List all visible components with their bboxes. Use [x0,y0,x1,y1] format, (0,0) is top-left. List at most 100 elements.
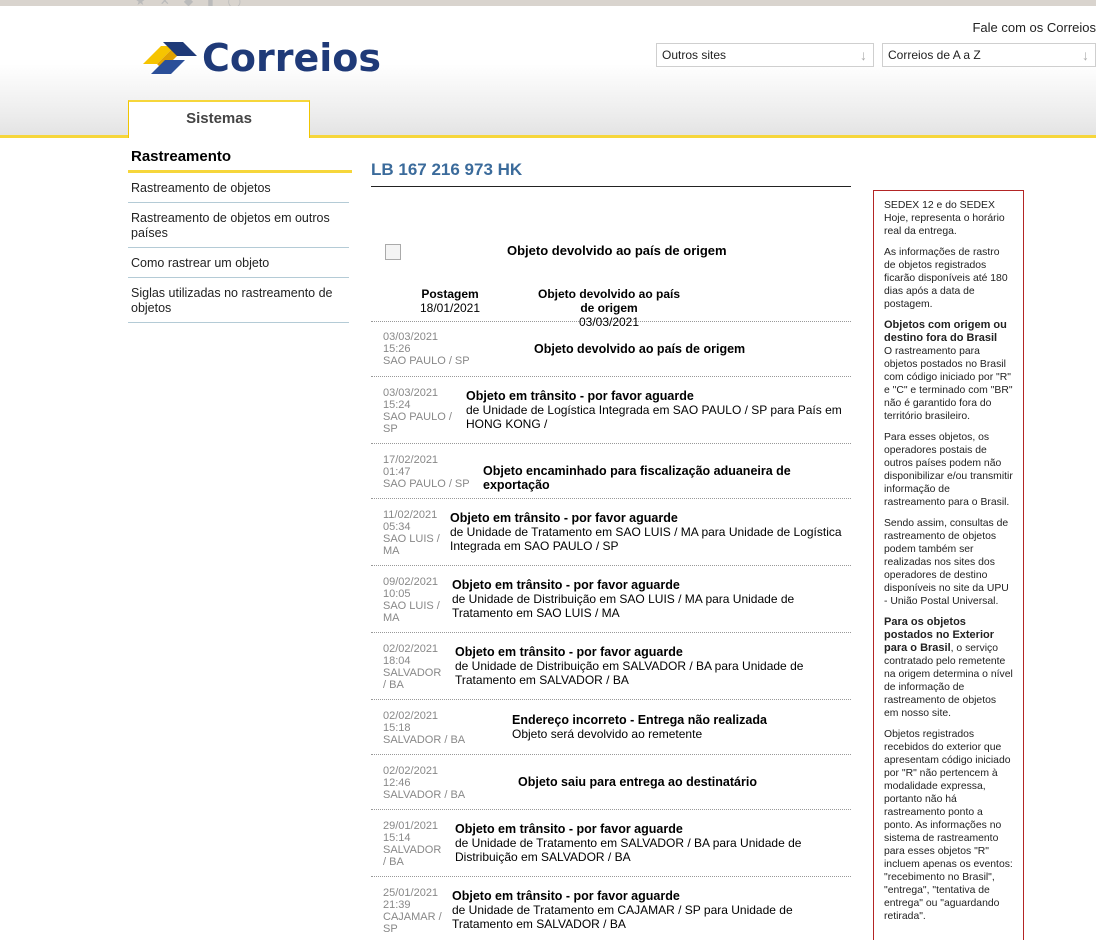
tracking-code: LB 167 216 973 HK [371,160,851,187]
sidebar-item-rastreamento[interactable]: Rastreamento de objetos [128,173,349,203]
event-detail: de Unidade de Distribuição em SAO LUIS /… [452,592,795,620]
event-detail: de Unidade de Tratamento em SALVADOR / B… [455,836,802,864]
event-desc: Objeto em trânsito - por favor aguarde d… [450,511,850,553]
event-time: 12:46 [383,777,411,789]
event-time: 15:26 [383,343,411,355]
correios-az-value: Correios de A a Z [888,48,981,62]
event-meta: 17/02/2021 01:47 SAO PAULO / SP [383,454,478,490]
event-desc: Objeto saiu para entrega ao destinatário [518,775,838,789]
sidebar-item-siglas[interactable]: Siglas utilizadas no rastreamento de obj… [128,278,349,323]
event-title: Objeto saiu para entrega ao destinatário [518,775,757,789]
event-title: Objeto em trânsito - por favor aguarde [466,389,694,403]
event-row: 17/02/2021 01:47 SAO PAULO / SP Objeto e… [371,444,851,499]
event-place: CAJAMAR / SP [383,911,442,935]
info-text: O rastreamento para objetos postados no … [884,346,1013,422]
posting-label: Postagem [421,287,479,301]
event-detail: de Unidade de Logística Integrada em SAO… [466,403,842,431]
event-title: Objeto em trânsito - por favor aguarde [450,511,678,525]
event-place: SALVADOR / BA [383,844,442,868]
event-place: SAO PAULO / SP [383,355,470,367]
event-place: SALVADOR / BA [383,734,466,746]
event-date: 25/01/2021 [383,887,439,899]
event-date: 11/02/2021 [383,509,438,521]
sidebar-item-outros-paises[interactable]: Rastreamento de objetos em outros países [128,203,349,248]
arrow-down-icon: ↓ [1082,47,1089,63]
event-row: 29/01/2021 15:14 SALVADOR / BA Objeto em… [371,810,851,877]
event-place: SAO LUIS / MA [383,533,440,557]
event-time: 05:34 [383,521,411,533]
event-date: 17/02/2021 [383,454,439,466]
event-meta: 02/02/2021 18:04 SALVADOR / BA [383,643,445,691]
info-text: Objetos registrados recebidos do exterio… [884,729,1013,922]
arrow-down-icon: ↓ [860,47,867,63]
broken-image-icon [385,244,401,260]
event-meta: 11/02/2021 05:34 SAO LUIS / MA [383,509,443,557]
event-meta: 02/02/2021 15:18 SALVADOR / BA [383,710,478,746]
tab-sistemas[interactable]: Sistemas [128,100,310,138]
sidebar-item-como-rastrear[interactable]: Como rastrear um objeto [128,248,349,278]
event-title: Endereço incorreto - Entrega não realiza… [512,713,767,727]
outros-sites-select[interactable]: Outros sites ↓ [656,43,874,67]
event-desc: Objeto em trânsito - por favor aguarde d… [452,578,822,620]
event-desc: Objeto encaminhado para fiscalização adu… [483,464,851,492]
info-text: Sendo assim, consultas de rastreamento d… [884,518,1009,607]
info-box: SEDEX 12 e do SEDEX Hoje, representa o h… [873,190,1024,940]
event-desc: Objeto devolvido ao país de origem [534,342,834,356]
event-date: 03/03/2021 [383,331,439,343]
event-time: 01:47 [383,466,411,478]
event-date: 02/02/2021 [383,765,439,777]
correios-logo-icon [143,42,197,74]
event-time: 15:24 [383,399,411,411]
info-text: SEDEX 12 e do SEDEX Hoje, representa o h… [884,200,1005,237]
event-meta: 25/01/2021 21:39 CAJAMAR / SP [383,887,445,935]
event-date: 09/02/2021 [383,576,439,588]
event-place: SAO PAULO / SP [383,411,452,435]
event-row: 03/03/2021 15:26 SAO PAULO / SP Objeto d… [371,322,851,377]
contact-link[interactable]: Fale com os Correios [972,20,1096,35]
correios-logo[interactable]: Correios [141,36,381,80]
event-place: SAO LUIS / MA [383,600,440,624]
event-title: Objeto em trânsito - por favor aguarde [452,578,680,592]
info-text: , o serviço contratado pelo remetente na… [884,643,1013,719]
event-desc: Objeto em trânsito - por favor aguarde d… [455,645,825,687]
event-time: 15:18 [383,722,411,734]
summary-title: Objeto devolvido ao país de origem [507,243,727,258]
event-title: Objeto em trânsito - por favor aguarde [452,889,680,903]
event-meta: 03/03/2021 15:24 SAO PAULO / SP [383,387,455,435]
event-meta: 29/01/2021 15:14 SALVADOR / BA [383,820,445,868]
info-heading: Objetos com origem ou destino fora do Br… [884,319,1007,344]
event-detail: de Unidade de Tratamento em SAO LUIS / M… [450,525,842,553]
event-desc: Objeto em trânsito - por favor aguarde d… [455,822,825,864]
event-time: 10:05 [383,588,411,600]
event-detail: de Unidade de Tratamento em CAJAMAR / SP… [452,903,793,931]
correios-az-select[interactable]: Correios de A a Z ↓ [882,43,1096,67]
event-title: Objeto devolvido ao país de origem [534,342,746,356]
event-row: 09/02/2021 10:05 SAO LUIS / MA Objeto em… [371,566,851,633]
event-row: 03/03/2021 15:24 SAO PAULO / SP Objeto e… [371,377,851,444]
outros-sites-value: Outros sites [662,48,727,62]
event-place: SALVADOR / BA [383,789,466,801]
event-title: Objeto em trânsito - por favor aguarde [455,822,683,836]
event-meta: 02/02/2021 12:46 SALVADOR / BA [383,765,478,801]
tracking-main: LB 167 216 973 HK Objeto devolvido ao pa… [371,160,851,940]
event-time: 15:14 [383,832,411,844]
status-label: Objeto devolvido ao país de origem [537,287,681,315]
event-time: 21:39 [383,899,411,911]
logo-text: Correios [202,36,381,80]
event-meta: 09/02/2021 10:05 SAO LUIS / MA [383,576,445,624]
event-row: 02/02/2021 12:46 SALVADOR / BA Objeto sa… [371,755,851,810]
sidebar: Rastreamento Rastreamento de objetos Ras… [128,146,352,323]
event-row: 02/02/2021 15:18 SALVADOR / BA Endereço … [371,700,851,755]
event-title: Objeto em trânsito - por favor aguarde [455,645,683,659]
event-date: 29/01/2021 [383,820,439,832]
event-desc: Endereço incorreto - Entrega não realiza… [512,713,842,741]
event-title: Objeto encaminhado para fiscalização adu… [483,464,791,492]
posting-info: Postagem 18/01/2021 [411,287,489,315]
event-place: SALVADOR / BA [383,667,442,691]
event-detail: Objeto será devolvido ao remetente [512,727,703,741]
event-desc: Objeto em trânsito - por favor aguarde d… [466,389,850,431]
info-text: Para esses objetos, os operadores postai… [884,432,1013,508]
posting-date: 18/01/2021 [419,301,481,315]
event-date: 02/02/2021 [383,643,439,655]
event-desc: Objeto em trânsito - por favor aguarde d… [452,889,822,931]
